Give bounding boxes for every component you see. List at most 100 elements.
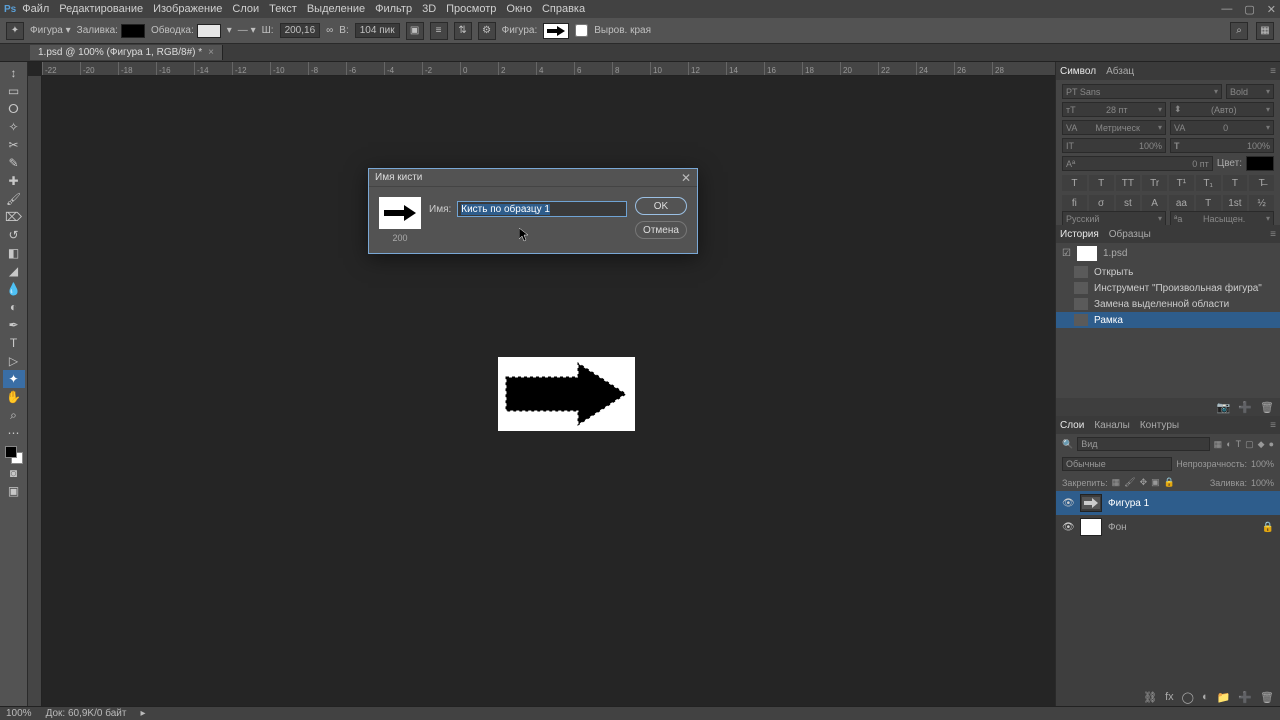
dialog-titlebar[interactable]: Имя кисти ✕	[369, 169, 697, 187]
heal-tool-icon[interactable]: ✚	[3, 172, 25, 190]
new-snapshot-icon[interactable]: 📷	[1217, 401, 1231, 414]
fx-icon[interactable]: fx	[1165, 691, 1174, 703]
edit-toolbar-icon[interactable]: ⋯	[3, 424, 25, 442]
lasso-tool-icon[interactable]: ⵔ	[3, 100, 25, 118]
quickmask-icon[interactable]: ◙	[3, 464, 25, 482]
titling-icon[interactable]: T	[1196, 195, 1221, 211]
layer-name[interactable]: Фигура 1	[1108, 498, 1149, 509]
panel-menu-icon[interactable]: ≡	[1270, 229, 1276, 240]
ordinals-icon[interactable]: 1st	[1223, 195, 1248, 211]
lock-artboard-icon[interactable]: ▣	[1151, 477, 1160, 488]
zoom-tool-icon[interactable]: ⌕	[3, 406, 25, 424]
color-swatches[interactable]	[5, 446, 23, 464]
crop-tool-icon[interactable]: ✂	[3, 136, 25, 154]
fill-field[interactable]: 100%	[1251, 478, 1274, 488]
new-doc-icon[interactable]: ➕	[1238, 401, 1252, 414]
tab-layers[interactable]: Слои	[1060, 420, 1084, 431]
opacity-field[interactable]: 100%	[1251, 459, 1274, 469]
language-field[interactable]: Русский▾	[1062, 211, 1166, 226]
cancel-button[interactable]: Отмена	[635, 221, 687, 239]
ok-button[interactable]: OK	[635, 197, 687, 215]
history-item[interactable]: Инструмент "Произвольная фигура"	[1056, 280, 1280, 296]
strike-icon[interactable]: T̶	[1249, 175, 1274, 191]
allcaps-icon[interactable]: TT	[1116, 175, 1141, 191]
menu-select[interactable]: Выделение	[307, 3, 365, 15]
menu-text[interactable]: Текст	[269, 3, 297, 15]
menu-help[interactable]: Справка	[542, 3, 585, 15]
stylistic-icon[interactable]: aa	[1169, 195, 1194, 211]
stroke-swatch[interactable]	[197, 24, 221, 38]
maximize-icon[interactable]: ▢	[1244, 3, 1254, 16]
filter-adjust-icon[interactable]: ◐	[1226, 439, 1231, 449]
link-wh-icon[interactable]: ∞	[326, 25, 333, 36]
height-field[interactable]: 104 пик	[355, 23, 400, 38]
panel-menu-icon[interactable]: ≡	[1270, 420, 1276, 431]
doc-info[interactable]: Док: 60,9K/0 байт	[46, 708, 127, 719]
blur-tool-icon[interactable]: 💧	[3, 280, 25, 298]
brush-name-input[interactable]	[457, 201, 627, 217]
faux-bold-icon[interactable]: T	[1062, 175, 1087, 191]
stroke-style-dropdown[interactable]: — ▾	[238, 25, 256, 36]
faux-italic-icon[interactable]: T	[1089, 175, 1114, 191]
lock-pixel-icon[interactable]: 🖌	[1124, 477, 1135, 488]
tab-swatches[interactable]: Образцы	[1109, 229, 1151, 240]
gear-icon[interactable]: ⚙	[478, 22, 496, 40]
tracking-field[interactable]: VA Метрическ▾	[1062, 120, 1166, 135]
font-size-field[interactable]: тТ 28 пт▾	[1062, 102, 1166, 117]
document-tab[interactable]: 1.psd @ 100% (Фигура 1, RGB/8#) * ×	[30, 45, 223, 60]
stroke-width-field[interactable]: ▾	[227, 25, 232, 36]
menu-view[interactable]: Просмотр	[446, 3, 496, 15]
layer-row[interactable]: 👁 Фигура 1	[1056, 491, 1280, 515]
type-tool-icon[interactable]: T	[3, 334, 25, 352]
lock-trans-icon[interactable]: ▦	[1112, 477, 1121, 488]
marquee-tool-icon[interactable]: ▭	[3, 82, 25, 100]
group-icon[interactable]: 📁	[1217, 691, 1231, 704]
adjustment-icon[interactable]: ◐	[1202, 691, 1209, 703]
tab-paragraph[interactable]: Абзац	[1106, 66, 1134, 77]
hscale-field[interactable]: T 100%	[1170, 138, 1274, 153]
history-item[interactable]: Рамка	[1056, 312, 1280, 328]
menu-file[interactable]: Файл	[22, 3, 49, 15]
dodge-tool-icon[interactable]: ◐	[3, 298, 25, 316]
vscale-field[interactable]: IT 100%	[1062, 138, 1166, 153]
fractions-icon[interactable]: ½	[1249, 195, 1274, 211]
tab-channels[interactable]: Каналы	[1094, 420, 1130, 431]
menu-window[interactable]: Окно	[506, 3, 532, 15]
wand-tool-icon[interactable]: ✧	[3, 118, 25, 136]
doc-info-chevron-icon[interactable]: ▸	[140, 708, 145, 719]
dialog-close-icon[interactable]: ✕	[681, 171, 691, 185]
minimize-icon[interactable]: —	[1221, 3, 1232, 16]
history-brush-tool-icon[interactable]: ↺	[3, 226, 25, 244]
gradient-tool-icon[interactable]: ◢	[3, 262, 25, 280]
menu-edit[interactable]: Редактирование	[59, 3, 143, 15]
menu-layer[interactable]: Слои	[232, 3, 259, 15]
smallcaps-icon[interactable]: Tr	[1142, 175, 1167, 191]
menu-3d[interactable]: 3D	[422, 3, 436, 15]
layer-filter-icon[interactable]: 🔍	[1062, 439, 1073, 450]
menu-image[interactable]: Изображение	[153, 3, 222, 15]
shape-mode-dropdown[interactable]: Фигура ▾	[30, 25, 71, 36]
zoom-level[interactable]: 100%	[6, 708, 32, 719]
path-ops-icon[interactable]: ▣	[406, 22, 424, 40]
layer-name[interactable]: Фон	[1108, 522, 1127, 533]
move-tool-icon[interactable]: ↕	[3, 64, 25, 82]
pen-tool-icon[interactable]: ✒	[3, 316, 25, 334]
filter-type-icon[interactable]: T	[1236, 439, 1242, 449]
link-layers-icon[interactable]: ⛓	[1143, 691, 1157, 704]
tab-paths[interactable]: Контуры	[1140, 420, 1179, 431]
subscript-icon[interactable]: T₁	[1196, 175, 1221, 191]
stamp-tool-icon[interactable]: ⌦	[3, 208, 25, 226]
blend-mode-field[interactable]: Обычные	[1062, 457, 1172, 471]
ligatures-icon[interactable]: fi	[1062, 195, 1087, 211]
layer-row[interactable]: 👁 Фон 🔒	[1056, 515, 1280, 539]
swash-icon[interactable]: A	[1142, 195, 1167, 211]
panel-menu-icon[interactable]: ≡	[1270, 66, 1276, 77]
eyedropper-tool-icon[interactable]: ✎	[3, 154, 25, 172]
history-snapshot-thumb[interactable]	[1077, 246, 1097, 261]
new-layer-icon[interactable]: ➕	[1238, 691, 1252, 704]
baseline-field[interactable]: Aª 0 пт	[1062, 156, 1213, 171]
path-arrange-icon[interactable]: ⇅	[454, 22, 472, 40]
history-source-icon[interactable]: ☑	[1062, 248, 1071, 259]
tab-character[interactable]: Символ	[1060, 66, 1096, 77]
screenmode-icon[interactable]: ▣	[3, 482, 25, 500]
